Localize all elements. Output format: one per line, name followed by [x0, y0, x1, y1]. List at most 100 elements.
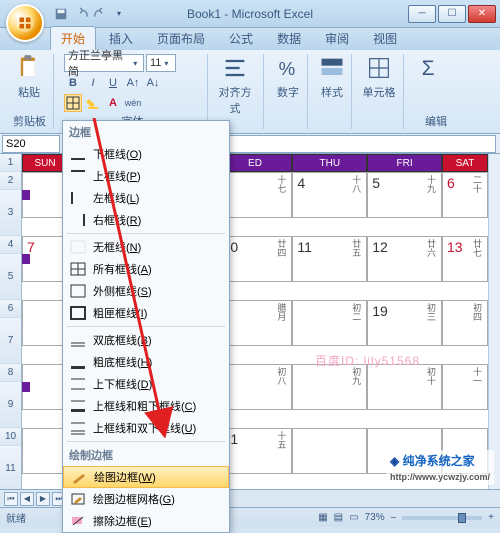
- save-icon[interactable]: [54, 7, 68, 21]
- border-menu-item[interactable]: 擦除边框(E): [63, 510, 229, 532]
- quick-access-toolbar: ▾: [54, 7, 124, 21]
- calendar-cell[interactable]: [367, 428, 442, 474]
- vertical-scrollbar[interactable]: [488, 154, 500, 489]
- row-header[interactable]: 11: [0, 446, 21, 489]
- tab-pagelayout[interactable]: 页面布局: [146, 26, 216, 50]
- shrink-font-button[interactable]: A↓: [144, 74, 162, 92]
- sigma-icon: Σ: [417, 54, 445, 82]
- redo-icon[interactable]: [94, 7, 108, 21]
- calendar-cell[interactable]: 初二: [292, 300, 367, 346]
- calendar-cell[interactable]: 13廿七: [442, 236, 488, 282]
- align-icon: [221, 54, 249, 82]
- row-header[interactable]: 2: [0, 172, 21, 190]
- phonetic-button[interactable]: wén: [124, 94, 142, 112]
- border-type-icon: [69, 376, 87, 392]
- font-name-combo[interactable]: 方正兰亭黑简▾: [64, 54, 144, 72]
- row-header[interactable]: 10: [0, 428, 21, 446]
- tab-view[interactable]: 视图: [362, 26, 408, 50]
- editing-group-label: 编辑: [414, 113, 458, 129]
- border-menu-item[interactable]: 绘图边框网格(G): [63, 488, 229, 510]
- calendar-cell[interactable]: 19初三: [367, 300, 442, 346]
- border-menu-item[interactable]: 粗匣框线(I): [63, 302, 229, 324]
- calendar-cell[interactable]: 初四: [442, 300, 488, 346]
- tab-data[interactable]: 数据: [266, 26, 312, 50]
- row-header[interactable]: 5: [0, 254, 21, 300]
- border-type-icon: [69, 398, 87, 414]
- calendar-cell[interactable]: 12廿六: [367, 236, 442, 282]
- border-menu-item[interactable]: 绘图边框(W): [63, 466, 229, 488]
- tab-formulas[interactable]: 公式: [218, 26, 264, 50]
- sheet-nav-next[interactable]: ▶: [36, 492, 50, 506]
- cells-button[interactable]: 单元格: [362, 54, 396, 100]
- calendar-cell[interactable]: [292, 428, 367, 474]
- calendar-cell[interactable]: 初九: [292, 364, 367, 410]
- grow-font-button[interactable]: A↑: [124, 74, 142, 92]
- italic-button[interactable]: I: [84, 74, 102, 92]
- border-menu-item[interactable]: 右框线(R): [63, 209, 229, 231]
- sheet-nav-prev[interactable]: ◀: [20, 492, 34, 506]
- close-button[interactable]: ✕: [468, 5, 496, 23]
- view-break-icon[interactable]: ▭: [349, 512, 358, 523]
- editing-button[interactable]: Σ: [414, 54, 448, 84]
- row-headers: 1 2 3 4 5 6 7 8 9 10 11 12 13: [0, 154, 22, 489]
- border-type-icon: [70, 469, 88, 485]
- border-menu-item[interactable]: 双底框线(B): [63, 329, 229, 351]
- zoom-slider[interactable]: [402, 516, 482, 520]
- row-header[interactable]: 1: [0, 154, 21, 172]
- border-menu-item[interactable]: 左框线(L): [63, 187, 229, 209]
- maximize-button[interactable]: ☐: [438, 5, 466, 23]
- undo-icon[interactable]: [74, 7, 88, 21]
- sheet-nav-first[interactable]: ⏮: [4, 492, 18, 506]
- border-menu-item[interactable]: 外侧框线(S): [63, 280, 229, 302]
- svg-text:Σ: Σ: [422, 57, 435, 80]
- percent-icon: %: [274, 54, 302, 82]
- border-menu-item[interactable]: 所有框线(A): [63, 258, 229, 280]
- name-box[interactable]: S20: [2, 135, 60, 153]
- paste-button[interactable]: 粘贴: [12, 54, 46, 100]
- styles-button[interactable]: 样式: [318, 54, 346, 100]
- view-layout-icon[interactable]: ▤: [334, 512, 343, 523]
- purple-marker: [22, 254, 30, 264]
- zoom-out-button[interactable]: –: [391, 512, 397, 523]
- fill-color-button[interactable]: [84, 94, 102, 112]
- view-normal-icon[interactable]: ▦: [318, 512, 327, 523]
- underline-button[interactable]: U: [104, 74, 122, 92]
- row-header[interactable]: 9: [0, 382, 21, 428]
- clipboard-group-label: 剪贴板: [12, 113, 47, 129]
- font-size-combo[interactable]: 11▾: [146, 54, 176, 72]
- font-color-button[interactable]: A: [104, 94, 122, 112]
- row-header[interactable]: 4: [0, 236, 21, 254]
- border-menu-item[interactable]: 上框线和双下框线(U): [63, 417, 229, 439]
- row-header[interactable]: 6: [0, 300, 21, 318]
- number-button[interactable]: %数字: [274, 54, 302, 100]
- border-menu-item[interactable]: 无框线(N): [63, 236, 229, 258]
- row-header[interactable]: 3: [0, 190, 21, 236]
- row-header[interactable]: 7: [0, 318, 21, 364]
- border-menu-item[interactable]: 上框线(P): [63, 165, 229, 187]
- border-menu-item[interactable]: 粗底框线(H): [63, 351, 229, 373]
- menu-section-draw: 绘制边框: [63, 444, 229, 466]
- zoom-level[interactable]: 73%: [365, 512, 385, 523]
- calendar-cell[interactable]: 十一: [442, 364, 488, 410]
- calendar-cell[interactable]: 5十九: [367, 172, 442, 218]
- border-menu-item[interactable]: 上框线和粗下框线(C): [63, 395, 229, 417]
- office-orb-button[interactable]: [6, 4, 44, 42]
- tab-review[interactable]: 审阅: [314, 26, 360, 50]
- qat-more-icon[interactable]: ▾: [114, 9, 124, 18]
- calendar-cell[interactable]: 6二十: [442, 172, 488, 218]
- svg-text:%: %: [279, 58, 296, 79]
- calendar-cell[interactable]: 初十: [367, 364, 442, 410]
- border-menu-item[interactable]: 下框线(O): [63, 143, 229, 165]
- border-type-icon: [69, 283, 87, 299]
- borders-button[interactable]: [64, 94, 82, 112]
- calendar-cell[interactable]: [442, 428, 488, 474]
- calendar-cell[interactable]: 11廿五: [292, 236, 367, 282]
- border-menu-item[interactable]: 上下框线(D): [63, 373, 229, 395]
- bold-button[interactable]: B: [64, 74, 82, 92]
- paste-icon: [15, 54, 43, 82]
- alignment-button[interactable]: 对齐方式: [218, 54, 252, 116]
- minimize-button[interactable]: ─: [408, 5, 436, 23]
- zoom-in-button[interactable]: +: [488, 512, 494, 523]
- row-header[interactable]: 8: [0, 364, 21, 382]
- calendar-cell[interactable]: 4十八: [292, 172, 367, 218]
